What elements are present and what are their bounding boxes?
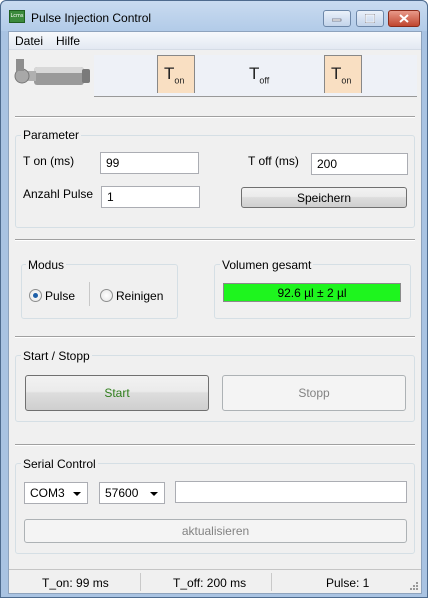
chevron-down-icon bbox=[73, 492, 81, 496]
separator bbox=[15, 336, 415, 338]
pulse-radio[interactable] bbox=[29, 289, 42, 302]
resize-grip-icon[interactable] bbox=[409, 581, 419, 591]
separator bbox=[15, 239, 415, 241]
t-off-label: T off (ms) bbox=[248, 154, 299, 168]
reinigen-radio[interactable] bbox=[100, 289, 113, 302]
serial-input[interactable] bbox=[175, 481, 407, 503]
save-button[interactable]: Speichern bbox=[241, 187, 407, 208]
pulse-label-on: Ton bbox=[164, 64, 185, 86]
refresh-button[interactable]: aktualisieren bbox=[24, 519, 407, 543]
valve-logo bbox=[14, 59, 90, 85]
status-divider bbox=[140, 573, 141, 591]
menu-hilfe[interactable]: Hilfe bbox=[56, 34, 80, 48]
parameter-title: Parameter bbox=[21, 128, 82, 142]
close-icon bbox=[399, 14, 409, 23]
pulse-header: Ton Toff Ton bbox=[9, 51, 421, 97]
status-bar: T_on: 99 ms T_off: 200 ms Pulse: 1 bbox=[9, 569, 421, 593]
menu-bar: Datei Hilfe bbox=[9, 32, 421, 50]
start-stopp-title: Start / Stopp bbox=[21, 349, 92, 363]
baud-select[interactable]: 57600 bbox=[99, 482, 165, 504]
count-label: Anzahl Pulse bbox=[23, 187, 94, 201]
maximize-icon bbox=[365, 14, 375, 23]
minimize-button[interactable] bbox=[323, 10, 351, 27]
volume-display: 92.6 µl ± 2 µl bbox=[223, 283, 401, 302]
status-t-on: T_on: 99 ms bbox=[42, 576, 109, 590]
app-window: Lcms Pulse Injection Control Datei Hilfe bbox=[0, 0, 428, 598]
pulse-label-off: Toff bbox=[249, 64, 270, 86]
port-value: COM3 bbox=[30, 486, 65, 500]
modus-divider bbox=[89, 282, 90, 306]
pulse-radio-label[interactable]: Pulse bbox=[45, 289, 75, 303]
serial-title: Serial Control bbox=[21, 457, 98, 471]
volume-title: Volumen gesamt bbox=[220, 258, 314, 272]
app-icon: Lcms bbox=[9, 10, 25, 23]
t-on-input[interactable] bbox=[100, 152, 199, 174]
reinigen-radio-label[interactable]: Reinigen bbox=[116, 289, 163, 303]
separator bbox=[15, 444, 415, 446]
status-divider bbox=[271, 573, 272, 591]
maximize-button[interactable] bbox=[356, 10, 384, 27]
chevron-down-icon bbox=[150, 492, 158, 496]
port-select[interactable]: COM3 bbox=[24, 482, 88, 504]
menu-datei[interactable]: Datei bbox=[15, 34, 43, 48]
pulse-label-on: Ton bbox=[331, 64, 352, 86]
minimize-icon bbox=[332, 18, 342, 21]
client-area: Datei Hilfe Ton Toff Ton Parameter T on … bbox=[8, 31, 422, 594]
count-input[interactable] bbox=[101, 186, 200, 208]
stop-button[interactable]: Stopp bbox=[222, 375, 406, 411]
pulse-diagram: Ton Toff Ton bbox=[94, 55, 417, 97]
baud-value: 57600 bbox=[105, 486, 139, 500]
title-bar[interactable]: Lcms Pulse Injection Control bbox=[1, 1, 427, 31]
status-t-off: T_off: 200 ms bbox=[173, 576, 247, 590]
status-pulse: Pulse: 1 bbox=[326, 576, 370, 590]
modus-title: Modus bbox=[26, 258, 67, 272]
parameter-group bbox=[15, 135, 415, 228]
start-button[interactable]: Start bbox=[25, 375, 209, 411]
window-title: Pulse Injection Control bbox=[31, 11, 152, 25]
t-on-label: T on (ms) bbox=[23, 154, 75, 168]
close-button[interactable] bbox=[388, 10, 420, 27]
separator bbox=[15, 116, 415, 118]
t-off-input[interactable] bbox=[311, 153, 408, 175]
